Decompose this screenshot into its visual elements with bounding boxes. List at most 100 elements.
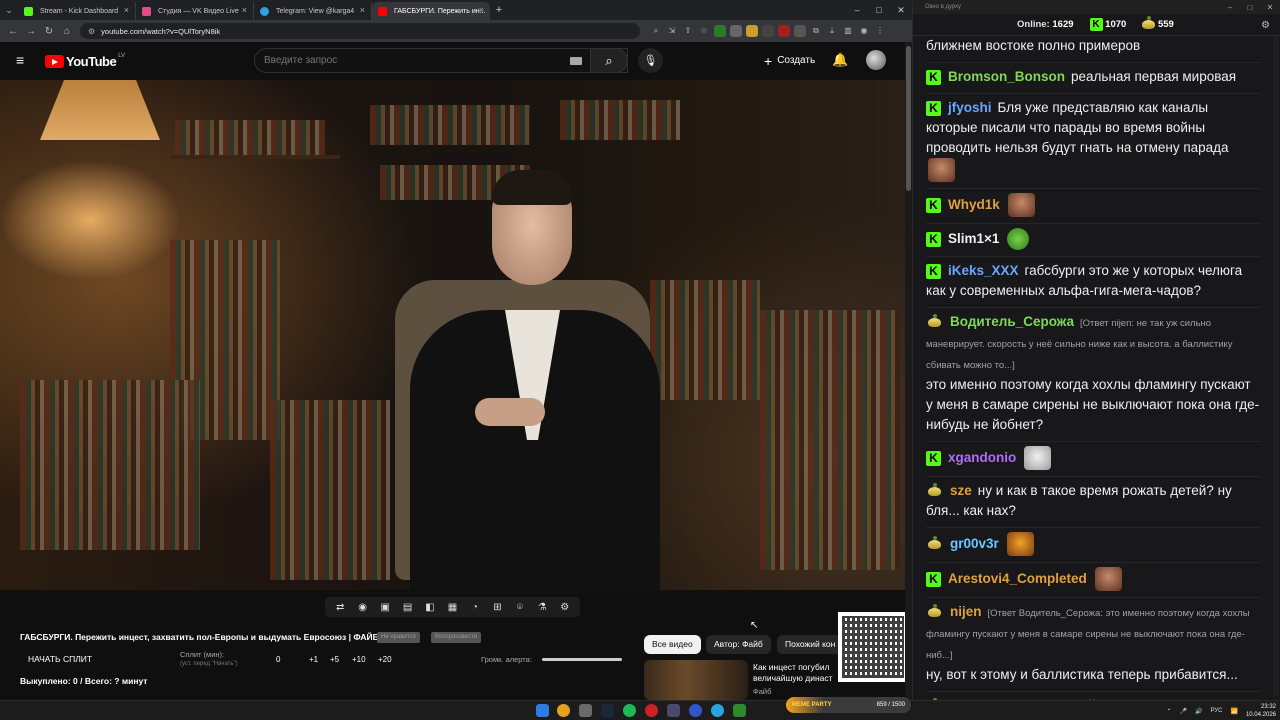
search-button[interactable]: ⌕ <box>590 48 628 73</box>
dislike-tag[interactable]: Не нравится <box>377 632 420 643</box>
extension-red-icon[interactable] <box>778 25 790 37</box>
download-icon[interactable]: ⤓ <box>826 25 838 37</box>
close-window-icon[interactable]: ✕ <box>890 5 912 16</box>
language-indicator[interactable]: РУС <box>1210 708 1222 714</box>
start-icon[interactable] <box>536 704 549 717</box>
chat-username[interactable]: nijen <box>950 604 982 619</box>
avatar[interactable] <box>866 50 886 70</box>
chip-author[interactable]: Автор: Файб <box>706 635 771 654</box>
audio-icon[interactable]: ◉ <box>354 602 372 613</box>
chat-username[interactable]: Whyd1k <box>948 197 1000 212</box>
youtube-logo[interactable]: YouTube LV <box>45 53 125 69</box>
chat-username[interactable]: xgandonio <box>948 450 1016 465</box>
minimize-icon[interactable]: – <box>846 5 868 16</box>
speed-icon[interactable]: ◔ <box>466 602 484 613</box>
extension-icon[interactable] <box>730 25 742 37</box>
subtitles-icon[interactable]: ▦ <box>443 602 461 613</box>
preview-icon[interactable]: ▣ <box>376 602 394 613</box>
tab-youtube-video[interactable]: ГАБСБУРГИ. Пережить ин... × <box>372 2 490 20</box>
screenshot-icon[interactable]: ⌾ <box>511 602 529 613</box>
app-icon[interactable] <box>733 704 746 717</box>
chip-similar[interactable]: Похожий кон <box>777 635 844 654</box>
chat-scrollbar[interactable] <box>1273 36 1279 696</box>
voice-search-button[interactable]: 🎙 <box>638 48 663 73</box>
picture-in-picture-icon[interactable]: ◧ <box>421 602 439 613</box>
extension-yellow-icon[interactable] <box>746 25 758 37</box>
close-icon[interactable]: × <box>360 5 365 15</box>
app-icon[interactable] <box>579 704 592 717</box>
close-icon[interactable]: × <box>124 5 129 15</box>
sidebar-icon[interactable]: ▥ <box>842 25 854 37</box>
chat-username[interactable]: Slim1×1 <box>948 231 999 246</box>
chat-username[interactable]: Bromson_Bonson <box>948 69 1065 84</box>
alert-volume-slider[interactable] <box>542 658 622 661</box>
chat-username[interactable]: gr00v3r <box>950 536 999 551</box>
app-icon[interactable] <box>667 704 680 717</box>
split-value-field[interactable]: 0 <box>276 655 280 664</box>
home-icon[interactable]: ⌂ <box>58 26 76 37</box>
app-icon[interactable] <box>645 704 658 717</box>
volume-icon[interactable]: 🔊 <box>1195 708 1202 715</box>
clock[interactable]: 23:32 10.04.2026 <box>1246 703 1276 719</box>
search-input[interactable] <box>264 55 564 66</box>
mic-icon[interactable]: 🎤 <box>1180 708 1187 715</box>
chip-all-videos[interactable]: Все видео <box>644 635 701 654</box>
split-plus-20-button[interactable]: +20 <box>378 655 392 664</box>
video-player[interactable] <box>0 80 905 590</box>
wifi-icon[interactable]: 📶 <box>1230 708 1237 715</box>
chat-username[interactable]: Водитель_Серожа <box>950 314 1074 329</box>
menu-icon[interactable]: ⋮ <box>874 25 886 37</box>
chat-username[interactable]: iKeks_XXX <box>948 263 1019 278</box>
extension-green-icon[interactable] <box>714 25 726 37</box>
close-icon[interactable]: × <box>242 5 247 15</box>
extension-icon[interactable] <box>762 25 774 37</box>
tab-vk-video[interactable]: Студия — VK Видео Live × <box>136 2 254 20</box>
app-icon[interactable] <box>689 704 702 717</box>
close-window-icon[interactable]: ✕ <box>1260 3 1280 12</box>
back-icon[interactable]: ← <box>4 26 22 37</box>
loop-icon[interactable]: ⇄ <box>331 602 349 613</box>
split-plus-1-button[interactable]: +1 <box>309 655 318 664</box>
flask-icon[interactable]: ⚗ <box>533 602 551 613</box>
settings-gear-icon[interactable]: ⚙ <box>556 602 574 613</box>
url-field[interactable]: ⚙ youtube.com/watch?v=QUlToryN8ik <box>80 23 640 39</box>
profile-icon[interactable]: ◉ <box>858 25 870 37</box>
recommendation-thumbnail[interactable] <box>644 660 748 700</box>
chevron-up-icon[interactable]: ⌃ <box>1166 708 1171 715</box>
forward-icon[interactable]: → <box>22 26 40 37</box>
maximize-icon[interactable]: □ <box>868 5 890 16</box>
recommendation-channel[interactable]: Файб <box>753 687 771 696</box>
spotify-icon[interactable] <box>623 704 636 717</box>
split-plus-10-button[interactable]: +10 <box>352 655 366 664</box>
chat-settings-icon[interactable]: ⚙ <box>1261 20 1270 31</box>
reload-icon[interactable]: ↻ <box>40 26 58 37</box>
zoom-icon[interactable]: ⌕ <box>650 25 662 37</box>
tab-search-icon[interactable]: ⌄ <box>0 0 18 20</box>
telegram-icon[interactable] <box>711 704 724 717</box>
chrome-icon[interactable] <box>557 704 570 717</box>
site-info-icon[interactable]: ⚙ <box>88 27 95 36</box>
chat-username[interactable]: Arestovi4_Completed <box>948 571 1087 586</box>
notifications-bell-icon[interactable]: 🔔 <box>832 52 848 68</box>
keyboard-icon[interactable] <box>570 57 582 65</box>
add-icon[interactable]: ⊞ <box>488 602 506 613</box>
clip-icon[interactable]: ▤ <box>399 602 417 613</box>
install-icon[interactable]: ⇲ <box>666 25 678 37</box>
chat-username[interactable]: sze <box>950 483 972 498</box>
play-tag[interactable]: Воспроизвести <box>431 632 481 643</box>
share-icon[interactable]: ⇪ <box>682 25 694 37</box>
scrollbar-thumb[interactable] <box>906 46 911 191</box>
maximize-icon[interactable]: □ <box>1240 3 1260 12</box>
start-split-button[interactable]: НАЧАТЬ СПЛИТ <box>28 654 92 664</box>
close-icon[interactable]: × <box>479 5 484 15</box>
create-button[interactable]: + Создать <box>754 49 825 72</box>
extensions-puzzle-icon[interactable]: ⧉ <box>810 25 822 37</box>
tab-kick-dashboard[interactable]: Stream - Kick Dashboard × <box>18 2 136 20</box>
recommendation-title[interactable]: Как инцест погубил величайшую династ <box>753 662 843 684</box>
minimize-icon[interactable]: – <box>1220 3 1240 12</box>
extension-icon[interactable] <box>794 25 806 37</box>
bookmark-icon[interactable]: ☆ <box>698 25 710 37</box>
hamburger-menu-icon[interactable]: ≡ <box>16 53 30 67</box>
chat-username[interactable]: jfyoshi <box>948 100 992 115</box>
steam-icon[interactable] <box>601 704 614 717</box>
